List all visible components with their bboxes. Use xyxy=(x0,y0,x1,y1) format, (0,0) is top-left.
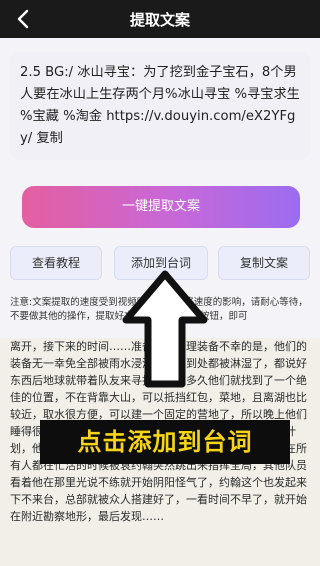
arrow-up-icon xyxy=(122,270,208,388)
page-title: 提取文案 xyxy=(129,11,190,29)
extracted-text-field[interactable]: 2.5 BG:/ 冰山寻宝：为了挖到金子宝石，8个男人要在冰山上生存两个月%冰山… xyxy=(10,52,310,160)
view-tutorial-button[interactable]: 查看教程 xyxy=(10,246,102,280)
extract-copy-button[interactable]: 一键提取文案 xyxy=(22,186,300,228)
top-bar: 提取文案 xyxy=(0,0,320,38)
overlay-caption: 点击添加到台词 xyxy=(40,420,290,464)
copy-text-button[interactable]: 复制文案 xyxy=(218,246,310,280)
